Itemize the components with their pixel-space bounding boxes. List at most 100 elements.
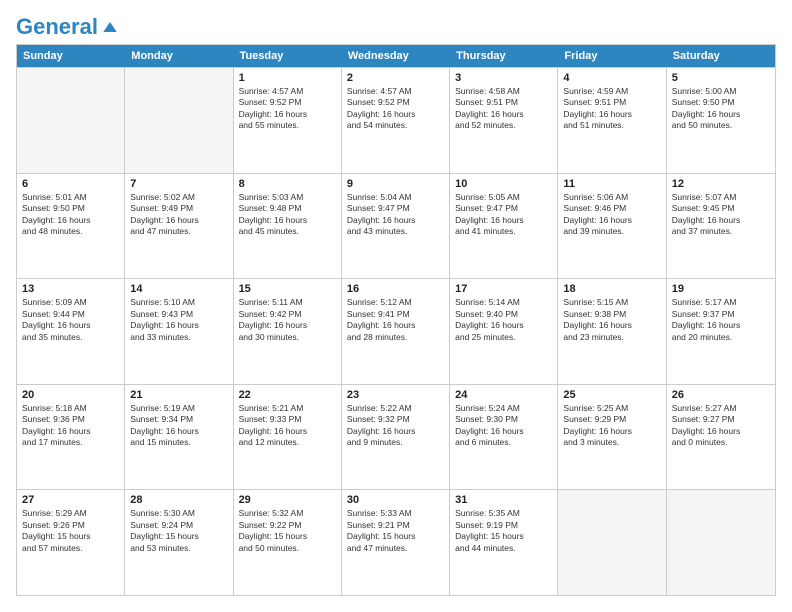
day-number: 10: [455, 178, 552, 190]
day-info: Sunrise: 5:35 AM Sunset: 9:19 PM Dayligh…: [455, 508, 552, 554]
day-number: 13: [22, 283, 119, 295]
calendar-cell: 6 Sunrise: 5:01 AM Sunset: 9:50 PM Daylig…: [17, 174, 125, 279]
calendar-cell: 4Sunrise: 4:59 AM Sunset: 9:51 PM Daylig…: [558, 68, 666, 173]
calendar-cell: 22 Sunrise: 5:21 AM Sunset: 9:33 PM Dayli…: [234, 385, 342, 490]
day-number: 22: [239, 389, 336, 401]
day-number: 29: [239, 494, 336, 506]
day-number: 16: [347, 283, 444, 295]
header-day-thursday: Thursday: [450, 45, 558, 67]
day-info: Sunrise: 5:25 AM Sunset: 9:29 PM Dayligh…: [563, 403, 660, 449]
calendar-cell: [667, 490, 775, 595]
calendar-cell: 19 Sunrise: 5:17 AM Sunset: 9:37 PM Dayli…: [667, 279, 775, 384]
calendar: SundayMondayTuesdayWednesdayThursdayFrid…: [16, 44, 776, 596]
calendar-header: SundayMondayTuesdayWednesdayThursdayFrid…: [17, 45, 775, 67]
day-number: 7: [130, 178, 227, 190]
calendar-cell: 31Sunrise: 5:35 AM Sunset: 9:19 PM Dayli…: [450, 490, 558, 595]
day-number: 30: [347, 494, 444, 506]
day-number: 8: [239, 178, 336, 190]
calendar-cell: 21 Sunrise: 5:19 AM Sunset: 9:34 PM Dayli…: [125, 385, 233, 490]
day-number: 4: [563, 72, 660, 84]
day-info: Sunrise: 5:01 AM Sunset: 9:50 PM Dayligh…: [22, 192, 119, 238]
calendar-cell: 14Sunrise: 5:10 AM Sunset: 9:43 PM Dayli…: [125, 279, 233, 384]
header-day-friday: Friday: [558, 45, 666, 67]
calendar-cell: 27 Sunrise: 5:29 AM Sunset: 9:26 PM Dayli…: [17, 490, 125, 595]
day-number: 26: [672, 389, 770, 401]
day-number: 21: [130, 389, 227, 401]
logo-icon: [100, 17, 120, 37]
calendar-row-1: 1 Sunrise: 4:57 AM Sunset: 9:52 PM Daylig…: [17, 67, 775, 173]
day-number: 1: [239, 72, 336, 84]
day-info: Sunrise: 5:17 AM Sunset: 9:37 PM Dayligh…: [672, 297, 770, 343]
day-info: Sunrise: 5:14 AM Sunset: 9:40 PM Dayligh…: [455, 297, 552, 343]
day-info: Sunrise: 5:11 AM Sunset: 9:42 PM Dayligh…: [239, 297, 336, 343]
calendar-cell: 11 Sunrise: 5:06 AM Sunset: 9:46 PM Dayli…: [558, 174, 666, 279]
calendar-row-5: 27 Sunrise: 5:29 AM Sunset: 9:26 PM Dayli…: [17, 489, 775, 595]
page: General SundayMondayTuesdayWednesdayThur…: [0, 0, 792, 612]
day-number: 17: [455, 283, 552, 295]
day-info: Sunrise: 5:24 AM Sunset: 9:30 PM Dayligh…: [455, 403, 552, 449]
day-info: Sunrise: 5:27 AM Sunset: 9:27 PM Dayligh…: [672, 403, 770, 449]
day-info: Sunrise: 5:19 AM Sunset: 9:34 PM Dayligh…: [130, 403, 227, 449]
header-day-monday: Monday: [125, 45, 233, 67]
day-number: 6: [22, 178, 119, 190]
day-number: 12: [672, 178, 770, 190]
day-number: 23: [347, 389, 444, 401]
calendar-cell: 13 Sunrise: 5:09 AM Sunset: 9:44 PM Dayli…: [17, 279, 125, 384]
day-number: 14: [130, 283, 227, 295]
day-info: Sunrise: 5:18 AM Sunset: 9:36 PM Dayligh…: [22, 403, 119, 449]
day-number: 19: [672, 283, 770, 295]
calendar-cell: 16Sunrise: 5:12 AM Sunset: 9:41 PM Dayli…: [342, 279, 450, 384]
day-number: 25: [563, 389, 660, 401]
calendar-cell: 7 Sunrise: 5:02 AM Sunset: 9:49 PM Daylig…: [125, 174, 233, 279]
calendar-row-4: 20 Sunrise: 5:18 AM Sunset: 9:36 PM Dayli…: [17, 384, 775, 490]
day-info: Sunrise: 5:22 AM Sunset: 9:32 PM Dayligh…: [347, 403, 444, 449]
calendar-cell: 10 Sunrise: 5:05 AM Sunset: 9:47 PM Dayli…: [450, 174, 558, 279]
day-info: Sunrise: 5:30 AM Sunset: 9:24 PM Dayligh…: [130, 508, 227, 554]
calendar-cell: 30 Sunrise: 5:33 AM Sunset: 9:21 PM Dayli…: [342, 490, 450, 595]
header-day-tuesday: Tuesday: [234, 45, 342, 67]
logo-text: General: [16, 16, 98, 38]
calendar-cell: 12Sunrise: 5:07 AM Sunset: 9:45 PM Dayli…: [667, 174, 775, 279]
day-info: Sunrise: 4:57 AM Sunset: 9:52 PM Dayligh…: [239, 86, 336, 132]
day-info: Sunrise: 5:04 AM Sunset: 9:47 PM Dayligh…: [347, 192, 444, 238]
day-number: 27: [22, 494, 119, 506]
calendar-cell: 18 Sunrise: 5:15 AM Sunset: 9:38 PM Dayli…: [558, 279, 666, 384]
day-info: Sunrise: 5:02 AM Sunset: 9:49 PM Dayligh…: [130, 192, 227, 238]
day-info: Sunrise: 5:05 AM Sunset: 9:47 PM Dayligh…: [455, 192, 552, 238]
day-number: 11: [563, 178, 660, 190]
calendar-cell: 1 Sunrise: 4:57 AM Sunset: 9:52 PM Daylig…: [234, 68, 342, 173]
calendar-cell: 20 Sunrise: 5:18 AM Sunset: 9:36 PM Dayli…: [17, 385, 125, 490]
calendar-cell: 23 Sunrise: 5:22 AM Sunset: 9:32 PM Dayli…: [342, 385, 450, 490]
calendar-cell: [17, 68, 125, 173]
calendar-row-2: 6 Sunrise: 5:01 AM Sunset: 9:50 PM Daylig…: [17, 173, 775, 279]
day-info: Sunrise: 5:15 AM Sunset: 9:38 PM Dayligh…: [563, 297, 660, 343]
header-day-saturday: Saturday: [667, 45, 775, 67]
day-number: 9: [347, 178, 444, 190]
calendar-cell: 8 Sunrise: 5:03 AM Sunset: 9:48 PM Daylig…: [234, 174, 342, 279]
day-info: Sunrise: 5:06 AM Sunset: 9:46 PM Dayligh…: [563, 192, 660, 238]
day-number: 28: [130, 494, 227, 506]
calendar-cell: 25 Sunrise: 5:25 AM Sunset: 9:29 PM Dayli…: [558, 385, 666, 490]
day-number: 3: [455, 72, 552, 84]
calendar-cell: 29 Sunrise: 5:32 AM Sunset: 9:22 PM Dayli…: [234, 490, 342, 595]
calendar-cell: [125, 68, 233, 173]
calendar-cell: 28 Sunrise: 5:30 AM Sunset: 9:24 PM Dayli…: [125, 490, 233, 595]
day-info: Sunrise: 5:32 AM Sunset: 9:22 PM Dayligh…: [239, 508, 336, 554]
calendar-cell: 15Sunrise: 5:11 AM Sunset: 9:42 PM Dayli…: [234, 279, 342, 384]
day-info: Sunrise: 5:03 AM Sunset: 9:48 PM Dayligh…: [239, 192, 336, 238]
day-info: Sunrise: 5:21 AM Sunset: 9:33 PM Dayligh…: [239, 403, 336, 449]
day-info: Sunrise: 4:58 AM Sunset: 9:51 PM Dayligh…: [455, 86, 552, 132]
logo: General: [16, 16, 120, 34]
calendar-cell: 24Sunrise: 5:24 AM Sunset: 9:30 PM Dayli…: [450, 385, 558, 490]
calendar-cell: 26 Sunrise: 5:27 AM Sunset: 9:27 PM Dayli…: [667, 385, 775, 490]
day-number: 20: [22, 389, 119, 401]
day-info: Sunrise: 5:29 AM Sunset: 9:26 PM Dayligh…: [22, 508, 119, 554]
day-info: Sunrise: 5:33 AM Sunset: 9:21 PM Dayligh…: [347, 508, 444, 554]
day-info: Sunrise: 5:09 AM Sunset: 9:44 PM Dayligh…: [22, 297, 119, 343]
day-number: 2: [347, 72, 444, 84]
calendar-body: 1 Sunrise: 4:57 AM Sunset: 9:52 PM Daylig…: [17, 67, 775, 595]
calendar-cell: 9 Sunrise: 5:04 AM Sunset: 9:47 PM Daylig…: [342, 174, 450, 279]
day-info: Sunrise: 5:00 AM Sunset: 9:50 PM Dayligh…: [672, 86, 770, 132]
day-number: 18: [563, 283, 660, 295]
day-number: 5: [672, 72, 770, 84]
